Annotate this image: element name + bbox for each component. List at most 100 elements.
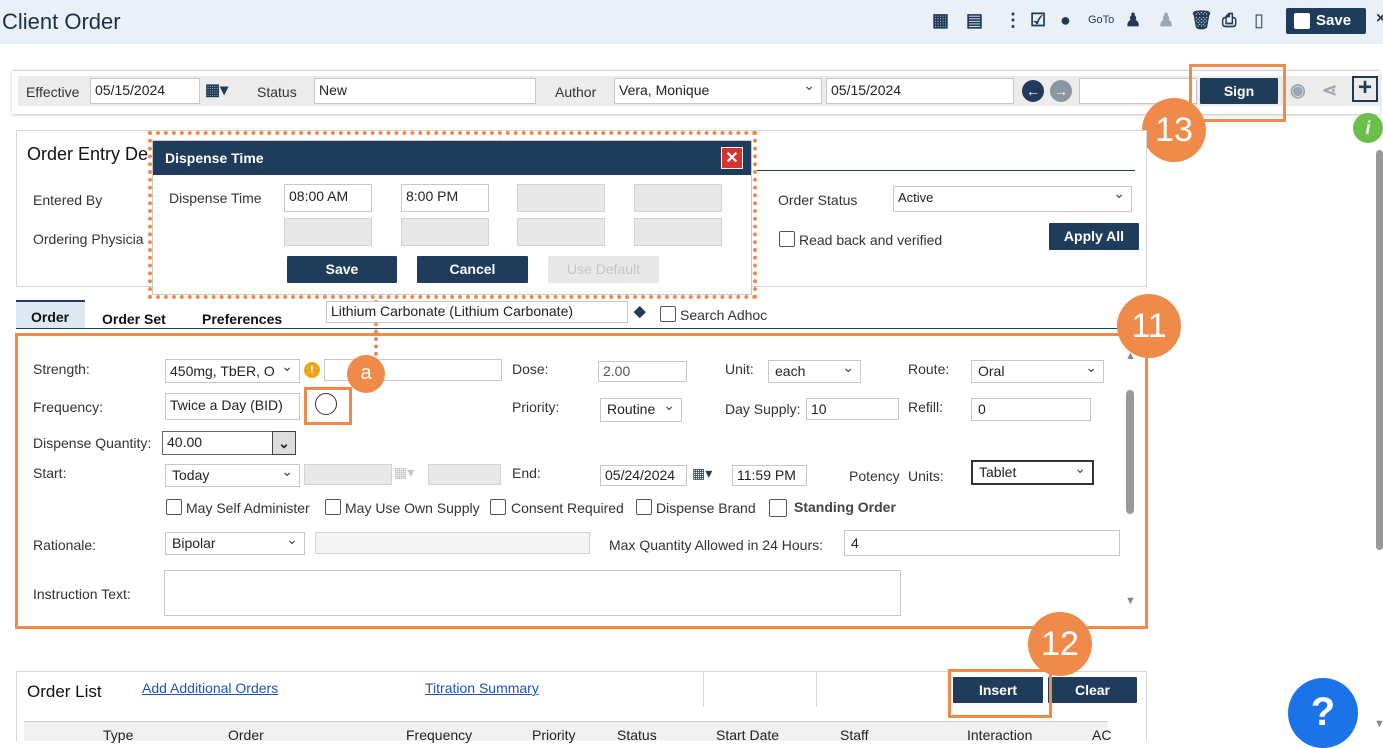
prev-arrow-icon[interactable]: ← — [1022, 80, 1044, 102]
calendar-icon[interactable]: ▦ — [932, 10, 949, 31]
close-icon[interactable]: × — [1376, 10, 1383, 28]
form-scrollbar[interactable] — [1126, 390, 1134, 514]
order-search-input[interactable]: Lithium Carbonate (Lithium Carbonate) — [326, 301, 628, 323]
start-time-input[interactable] — [428, 464, 501, 485]
unit-select[interactable]: each — [768, 360, 861, 383]
warning-icon[interactable]: ! — [304, 362, 320, 378]
save-button[interactable]: Save — [1286, 8, 1366, 34]
priority-select[interactable]: Routine — [600, 398, 682, 422]
page-scroll-down-icon[interactable]: ▼ — [1374, 718, 1383, 730]
route-label: Route: — [908, 361, 950, 377]
instruction-textarea[interactable] — [164, 570, 901, 616]
dispense-brand-checkbox[interactable] — [636, 499, 652, 515]
more-vertical-icon[interactable]: ⋮ — [1004, 10, 1022, 31]
start-calendar-icon[interactable]: ▦▾ — [394, 464, 414, 481]
search-adhoc-checkbox[interactable] — [660, 306, 676, 322]
tab-order[interactable]: Order — [31, 309, 69, 325]
route-select[interactable]: Oral — [971, 360, 1104, 383]
start-date-input[interactable] — [304, 464, 392, 485]
calendar-dropdown-icon[interactable]: ▦▾ — [205, 80, 228, 100]
clipboard-check-icon[interactable]: ☑ — [1030, 10, 1046, 31]
refill-input[interactable]: 0 — [971, 398, 1091, 421]
strength-select[interactable]: 450mg, TbER, O — [165, 359, 300, 383]
titration-summary-link[interactable]: Titration Summary — [425, 680, 539, 696]
read-back-checkbox[interactable] — [779, 231, 795, 247]
may-self-administer-checkbox[interactable] — [166, 499, 182, 515]
read-back-label: Read back and verified — [799, 232, 943, 248]
effective-date-input[interactable]: 05/15/2024 — [90, 78, 200, 104]
chevron-down-icon[interactable]: ⌄ — [272, 431, 296, 455]
max-quantity-input[interactable]: 4 — [844, 530, 1120, 556]
unit-label: Unit: — [725, 361, 754, 377]
effective-label: Effective — [26, 84, 80, 100]
goto-label[interactable]: GoTo — [1088, 14, 1114, 26]
end-label: End: — [512, 465, 541, 481]
max-quantity-label: Max Quantity Allowed in 24 Hours: — [609, 537, 823, 553]
ordering-physician-label: Ordering Physicia — [33, 231, 144, 247]
user-icon[interactable]: ♟ — [1125, 10, 1141, 31]
page-scrollbar[interactable] — [1376, 150, 1383, 550]
tabs-divider — [16, 328, 1146, 329]
top-bar — [0, 0, 1383, 44]
standing-order-label: Standing Order — [794, 499, 896, 515]
add-additional-orders-link[interactable]: Add Additional Orders — [142, 680, 278, 696]
save-disk-icon — [1294, 13, 1310, 29]
clear-button[interactable]: Clear — [1048, 677, 1137, 703]
scroll-down-icon[interactable]: ▼ — [1125, 595, 1136, 607]
refill-label: Refill: — [908, 399, 944, 415]
author-label: Author — [555, 84, 597, 100]
order-entry-divider — [757, 170, 1135, 171]
share-icon[interactable]: ⋖ — [1322, 80, 1337, 101]
units-label: Units: — [908, 468, 944, 484]
print-icon[interactable]: ⎙ — [1222, 10, 1236, 31]
list-divider-1 — [703, 671, 704, 707]
callout-11: 11 — [1117, 294, 1181, 358]
notes-add-icon[interactable]: ▤ — [966, 10, 983, 31]
help-button[interactable]: ? — [1288, 678, 1358, 748]
order-status-label: Order Status — [778, 192, 858, 208]
clock-icon[interactable] — [315, 393, 337, 415]
eye-icon[interactable]: ◉ — [1290, 80, 1306, 101]
info-icon[interactable]: i — [1353, 113, 1383, 143]
rationale-text-input[interactable] — [315, 532, 590, 554]
search-adhoc-label: Search Adhoc — [680, 307, 768, 323]
document-icon[interactable]: ▯ — [1254, 10, 1264, 31]
rationale-label: Rationale: — [33, 537, 97, 553]
end-date-input[interactable]: 05/24/2024 — [600, 465, 687, 486]
standing-order-checkbox[interactable] — [769, 499, 787, 517]
end-calendar-icon[interactable]: ▦▾ — [692, 465, 712, 482]
rationale-select[interactable]: Bipolar — [165, 532, 305, 555]
end-time-input[interactable]: 11:59 PM — [732, 465, 807, 486]
order-status-select[interactable]: Active — [893, 186, 1132, 212]
potency-units-select[interactable]: Tablet — [971, 460, 1094, 485]
callout-12: 12 — [1028, 612, 1092, 676]
frequency-input[interactable]: Twice a Day (BID) — [165, 393, 300, 420]
user-circle-icon[interactable]: ● — [1060, 10, 1071, 31]
dose-input[interactable]: 2.00 — [598, 361, 687, 382]
potency-label: Potency — [849, 468, 900, 484]
author-select[interactable]: Vera, Monique — [614, 78, 822, 104]
entered-by-label: Entered By — [33, 192, 103, 208]
consent-required-label: Consent Required — [511, 500, 624, 516]
author-date-input[interactable]: 05/15/2024 — [826, 78, 1014, 104]
may-self-administer-label: May Self Administer — [186, 500, 310, 516]
user-edit-icon[interactable]: ♟ — [1158, 10, 1174, 31]
status-input[interactable]: New — [314, 78, 536, 104]
consent-required-checkbox[interactable] — [490, 499, 506, 515]
dispense-quantity-label: Dispense Quantity: — [33, 435, 152, 451]
start-select[interactable]: Today — [165, 464, 300, 487]
sign-highlight — [1189, 64, 1286, 122]
tab-order-set[interactable]: Order Set — [102, 311, 166, 327]
apply-all-button[interactable]: Apply All — [1049, 223, 1139, 250]
day-supply-input[interactable]: 10 — [806, 398, 899, 420]
may-use-own-supply-checkbox[interactable] — [325, 499, 341, 515]
priority-label: Priority: — [512, 399, 560, 415]
eraser-icon[interactable]: ◆ — [634, 302, 646, 320]
tab-preferences[interactable]: Preferences — [202, 311, 282, 327]
start-label: Start: — [33, 465, 67, 481]
next-arrow-icon[interactable]: → — [1050, 80, 1072, 102]
list-divider-2 — [816, 671, 817, 707]
strength-label: Strength: — [33, 361, 90, 377]
trash-icon[interactable]: 🗑 — [1190, 10, 1213, 31]
add-icon[interactable]: + — [1352, 76, 1378, 102]
